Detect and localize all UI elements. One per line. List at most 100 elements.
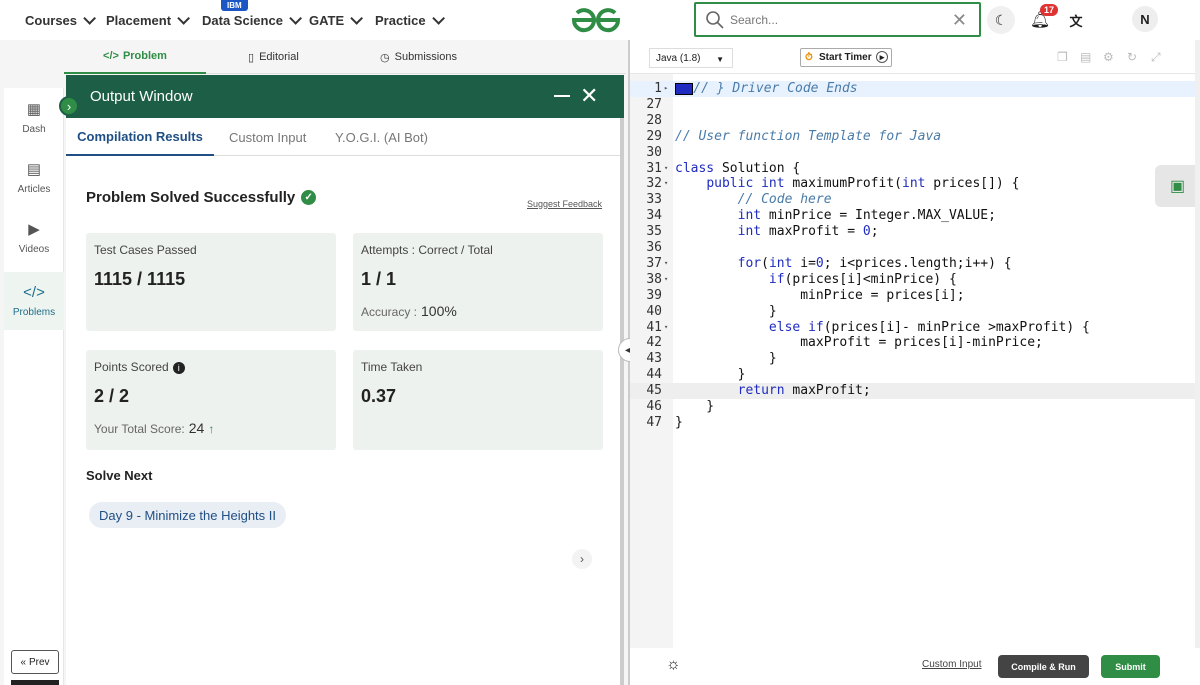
time-card: Time Taken 0.37 xyxy=(353,350,603,450)
line-number: 28 xyxy=(646,112,662,128)
accuracy-label: Accuracy : xyxy=(361,305,418,319)
nav-label: Courses xyxy=(25,12,78,28)
tab-problem[interactable]: </> Problem xyxy=(64,40,206,74)
code-line[interactable]: 31 ▾ class Solution { xyxy=(630,161,1200,177)
info-icon[interactable]: i xyxy=(172,362,185,374)
code-line[interactable]: 34 int minPrice = Integer.MAX_VALUE; xyxy=(630,208,1200,224)
arrow-up-icon: ↑ xyxy=(208,422,215,436)
fold-arrow-icon[interactable]: ▾ xyxy=(664,323,668,331)
code-line[interactable]: 29 // User function Template for Java xyxy=(630,129,1200,145)
fold-arrow-icon[interactable]: ▾ xyxy=(664,275,668,283)
fold-arrow-icon[interactable]: ▾ xyxy=(664,259,668,267)
fullscreen-icon[interactable]: ⤢ xyxy=(1151,50,1161,65)
clear-search-icon[interactable]: ✕ xyxy=(952,10,967,31)
code-line[interactable]: 35 int maxProfit = 0; xyxy=(630,224,1200,240)
line-number: 47 xyxy=(646,414,662,430)
tab-label: Editorial xyxy=(259,51,299,63)
code-line[interactable]: 45 return maxProfit; xyxy=(630,383,1200,400)
line-number: 44 xyxy=(646,367,662,383)
code-line[interactable]: 40 } xyxy=(630,304,1200,320)
line-number: 30 xyxy=(646,144,662,160)
translate-button[interactable]: 文 xyxy=(1062,6,1090,34)
nav-practice[interactable]: Practice xyxy=(375,0,445,40)
language-select[interactable]: Java (1.8) ▼ xyxy=(649,48,733,68)
code-icon: </> xyxy=(23,284,45,301)
accuracy-value: 100% xyxy=(421,303,457,319)
points-card: Points Scored i 2 / 2 Your Total Score: 24… xyxy=(86,350,336,450)
compile-run-button[interactable]: Compile & Run xyxy=(998,655,1089,678)
caret-down-icon: ▼ xyxy=(716,55,724,64)
sidebar-bottom-bar xyxy=(11,680,59,685)
scrollbar[interactable] xyxy=(1195,40,1200,685)
lightbulb-icon[interactable]: ☼ xyxy=(666,656,681,674)
code-line[interactable]: 41 ▾ else if(prices[i]- minPrice >maxProf… xyxy=(630,320,1200,336)
translate-icon: 文 xyxy=(1069,13,1083,29)
code-text: } xyxy=(675,351,777,367)
sidebar-item-dash[interactable]: ▦ Dash xyxy=(4,88,64,146)
tab-custom-input[interactable]: Custom Input xyxy=(229,118,306,156)
next-problem-chip[interactable]: Day 9 - Minimize the Heights II xyxy=(89,502,287,528)
card-value: 0.37 xyxy=(361,386,397,406)
code-line[interactable]: 28 xyxy=(630,113,1200,129)
start-timer-button[interactable]: ⏱ Start Timer ▸ xyxy=(800,48,892,67)
status-message: Problem Solved Successfully ✓ xyxy=(86,189,317,206)
settings-icon[interactable]: ⚙ xyxy=(1103,50,1114,64)
accuracy-row: Accuracy :100% xyxy=(361,303,457,319)
sidebar-item-label: Videos xyxy=(18,243,50,255)
chevron-down-icon xyxy=(289,11,302,25)
tab-yogi-ai-bot[interactable]: Y.O.G.I. (AI Bot) xyxy=(335,118,428,156)
line-number: 46 xyxy=(646,399,662,414)
prev-button[interactable]: «Prev xyxy=(11,650,59,674)
gfg-logo[interactable] xyxy=(568,6,624,34)
paste-icon[interactable]: ▤ xyxy=(1080,50,1091,64)
nav-data-science[interactable]: Data Science xyxy=(202,0,302,40)
sidebar-item-problems[interactable]: </> Problems xyxy=(4,272,64,330)
code-line[interactable]: 27 xyxy=(630,97,1200,113)
scrollbar[interactable] xyxy=(620,118,624,685)
reset-icon[interactable]: ↻ xyxy=(1127,50,1137,64)
sidebar-item-videos[interactable]: ▶ Videos xyxy=(4,208,64,266)
code-text: return maxProfit; xyxy=(737,383,871,399)
code-line[interactable]: 44 } xyxy=(630,367,1200,383)
fold-arrow-icon[interactable]: ▾ xyxy=(664,179,668,187)
code-line[interactable]: 32 ▾ public int maximumProfit(int prices[… xyxy=(630,176,1200,192)
code-line[interactable]: 42 maxProfit = prices[i]-minPrice; xyxy=(630,335,1200,351)
nav-courses[interactable]: Courses xyxy=(25,0,97,40)
code-line[interactable]: 47} xyxy=(630,415,1200,431)
minimize-icon[interactable] xyxy=(554,95,570,97)
suggest-feedback-link[interactable]: Suggest Feedback xyxy=(527,199,602,209)
code-line[interactable]: 38 ▾ if(prices[i]<minPrice) { xyxy=(630,272,1200,288)
line-number: 41 xyxy=(646,319,662,335)
code-line[interactable]: 36 xyxy=(630,240,1200,256)
code-line[interactable]: 37 ▾ for(int i=0; i<prices.length;i++) { xyxy=(630,256,1200,272)
tab-editorial[interactable]: ▯ Editorial xyxy=(248,40,299,74)
tab-compilation-results[interactable]: Compilation Results xyxy=(66,118,214,156)
chat-icon[interactable]: ▣ xyxy=(1155,165,1200,207)
avatar[interactable]: N xyxy=(1132,6,1158,32)
chevron-right-icon[interactable]: › xyxy=(572,549,592,569)
custom-input-link[interactable]: Custom Input xyxy=(922,659,981,670)
nav-placement[interactable]: Placement xyxy=(106,0,191,40)
code-line[interactable]: 1 ▸ ___// } Driver Code Ends xyxy=(630,81,1200,97)
code-editor[interactable]: 1 ▸ ___// } Driver Code Ends 27 28 29 // User … xyxy=(630,74,1200,648)
code-line[interactable]: 43 } xyxy=(630,351,1200,367)
copy-icon[interactable]: ❐ xyxy=(1057,50,1068,64)
fold-arrow-icon[interactable]: ▸ xyxy=(664,84,668,92)
nav-gate[interactable]: GATE xyxy=(309,0,364,40)
line-number: 37 xyxy=(646,255,662,271)
sidebar-item-articles[interactable]: ▤ Articles xyxy=(4,148,64,206)
code-line[interactable]: 46 } xyxy=(630,399,1200,415)
tab-submissions[interactable]: ◷ Submissions xyxy=(380,40,457,74)
top-navbar: Courses Placement IBM Data Science GATE … xyxy=(0,0,1200,40)
fold-arrow-icon[interactable]: ▾ xyxy=(664,164,668,172)
dark-mode-toggle[interactable]: ☾ xyxy=(987,6,1015,34)
submit-button[interactable]: Submit xyxy=(1101,655,1160,678)
clock-icon: ◷ xyxy=(380,51,390,64)
close-icon[interactable]: ✕ xyxy=(580,83,598,109)
code-line[interactable]: 39 minPrice = prices[i]; xyxy=(630,288,1200,304)
search-input[interactable]: Search... ✕ xyxy=(694,2,981,37)
chevron-right-icon[interactable]: › xyxy=(59,96,79,116)
code-line[interactable]: 33 // Code here xyxy=(630,192,1200,208)
points-label-row: Points Scored i xyxy=(94,360,185,374)
code-line[interactable]: 30 xyxy=(630,145,1200,161)
